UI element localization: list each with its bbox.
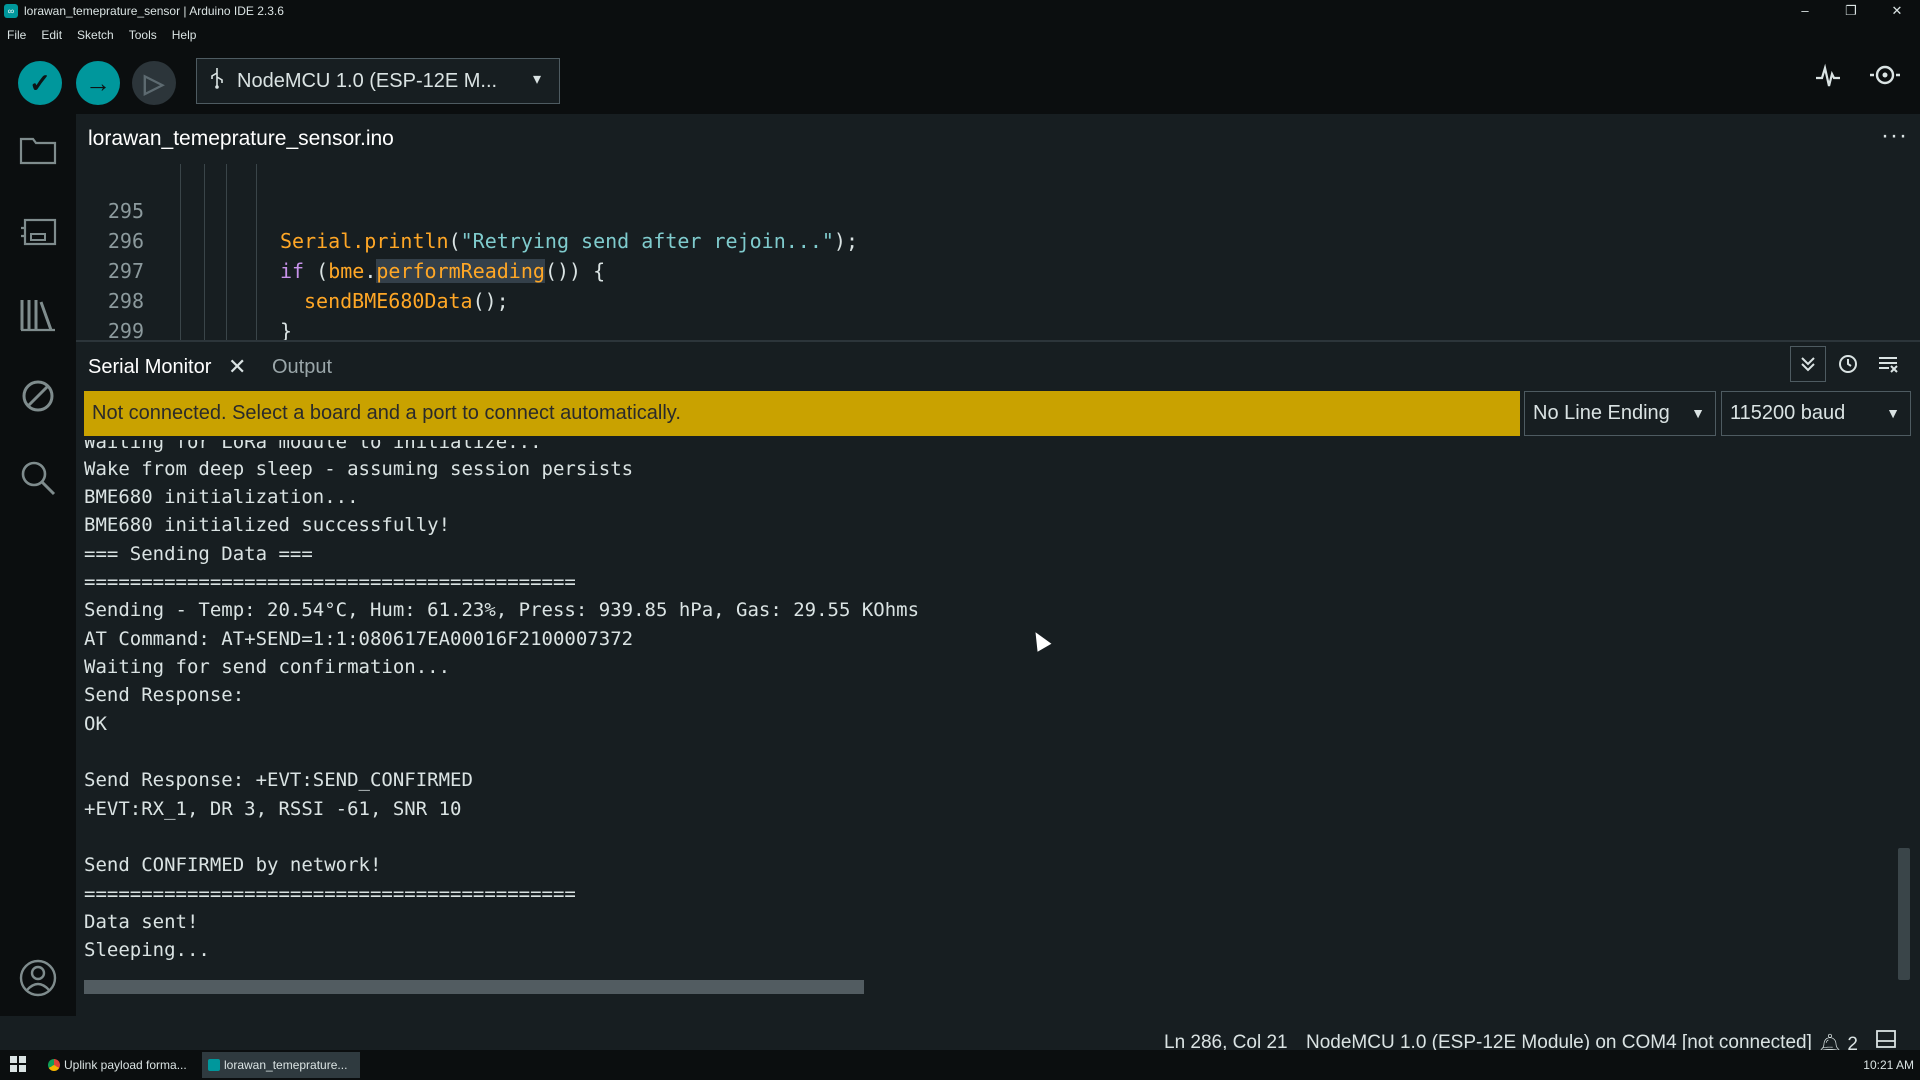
taskbar-item-arduino[interactable]: lorawan_temeprature... (202, 1052, 360, 1078)
file-tab-label: lorawan_temeprature_sensor.ino (88, 127, 394, 150)
menu-bar: File Edit Sketch Tools Help (0, 22, 1920, 48)
code-line: 295 Serial.println("Retrying send after … (76, 166, 1876, 253)
chrome-icon (48, 1059, 60, 1071)
debug-icon[interactable] (16, 374, 60, 418)
serial-line: OK (84, 713, 107, 735)
arduino-icon (208, 1059, 220, 1071)
timestamp-toggle-icon[interactable] (1830, 346, 1866, 382)
start-debugging-button[interactable]: ▷ (132, 61, 176, 105)
baud-rate-select[interactable]: 115200 baud ▼ (1721, 391, 1911, 436)
chevron-down-icon: ▼ (1886, 405, 1900, 421)
serial-line: Waiting for send confirmation... (84, 656, 451, 678)
windows-taskbar: Uplink payload forma... lorawan_temeprat… (0, 1050, 1920, 1080)
title-bar: ∞ lorawan_temeprature_sensor | Arduino I… (0, 0, 1920, 22)
serial-line: BME680 initialized successfully! (84, 514, 451, 536)
usb-icon (197, 67, 237, 95)
code-line: 300 } (76, 316, 1876, 340)
clear-output-icon[interactable] (1870, 346, 1906, 382)
serial-line: Send Response: +EVT:SEND_CONFIRMED (84, 769, 473, 791)
serial-line: === Sending Data === (84, 543, 313, 565)
maximize-button[interactable]: ❐ (1828, 0, 1874, 22)
serial-line: Data sent! (84, 911, 199, 933)
serial-monitor-icon[interactable] (1868, 60, 1902, 98)
activity-bar (0, 114, 76, 1046)
window-controls: – ❐ ✕ (1782, 0, 1920, 22)
serial-line: ========================================… (84, 883, 576, 905)
play-debug-icon: ▷ (144, 67, 164, 98)
menu-help[interactable]: Help (165, 28, 205, 42)
serial-output[interactable]: Waiting for LoRa module to initialize...… (76, 440, 1896, 1000)
taskbar-item-label: Uplink payload forma... (64, 1058, 187, 1072)
tab-sketch-file[interactable]: lorawan_temeprature_sensor.ino (76, 114, 406, 164)
serial-line-selected: Sending - Temp: 20.54°C, Hum: 61.23%, Pr… (84, 596, 980, 624)
vertical-scrollbar[interactable] (1898, 848, 1910, 980)
bottom-panel-tabs: Serial Monitor ✕ Output (76, 342, 1920, 390)
menu-tools[interactable]: Tools (122, 28, 165, 42)
window-title: lorawan_temeprature_sensor | Arduino IDE… (24, 4, 284, 18)
serial-line: Wake from deep sleep - assuming session … (84, 458, 634, 480)
search-icon[interactable] (16, 456, 60, 500)
arduino-app-icon: ∞ (4, 4, 18, 18)
more-actions-icon[interactable]: ··· (1881, 122, 1908, 150)
code-editor[interactable]: 295 Serial.println("Retrying send after … (76, 164, 1920, 340)
tab-serial-monitor[interactable]: Serial Monitor (88, 356, 211, 379)
serial-line: +EVT:RX_1, DR 3, RSSI -61, SNR 10 (84, 798, 462, 820)
board-name: NodeMCU 1.0 (ESP-12E M... (237, 69, 498, 92)
board-manager-icon[interactable] (16, 210, 60, 254)
minimize-button[interactable]: – (1782, 0, 1828, 22)
serial-line-text: Sending - Temp: 20.54°C, Hum: 61.23%, Pr… (84, 599, 920, 621)
editor-tab-bar: lorawan_temeprature_sensor.ino ··· (76, 114, 1920, 164)
board-selector[interactable]: NodeMCU 1.0 (ESP-12E M... ▾ (196, 58, 560, 104)
tab-output[interactable]: Output (272, 356, 332, 379)
menu-file[interactable]: File (0, 28, 34, 42)
serial-line: Send Response: (84, 684, 245, 706)
horizontal-scrollbar[interactable] (84, 980, 864, 994)
verify-button[interactable]: ✓ (18, 61, 62, 105)
serial-line: BME680 initialization... (84, 486, 359, 508)
code-line: 299 } (76, 286, 1876, 340)
taskbar-clock[interactable]: 10:21 AM (1863, 1058, 1914, 1072)
toolbar: ✓ → ▷ NodeMCU 1.0 (ESP-12E M... ▾ (0, 48, 1920, 114)
line-ending-select[interactable]: No Line Ending ▼ (1524, 391, 1716, 436)
account-icon[interactable] (16, 956, 60, 1000)
serial-line: AT Command: AT+SEND=1:1:080617EA00016F21… (84, 628, 634, 650)
baud-rate-value: 115200 baud (1730, 402, 1846, 424)
taskbar-item-chrome[interactable]: Uplink payload forma... (42, 1052, 200, 1078)
library-icon[interactable] (16, 292, 60, 336)
autoscroll-toggle[interactable] (1790, 346, 1826, 382)
menu-sketch[interactable]: Sketch (70, 28, 122, 42)
folder-icon[interactable] (16, 128, 60, 172)
checkmark-icon: ✓ (29, 67, 51, 98)
line-ending-value: No Line Ending (1533, 402, 1670, 424)
taskbar-item-label: lorawan_temeprature... (224, 1058, 348, 1072)
not-connected-notice: Not connected. Select a board and a port… (84, 391, 1520, 436)
code-line: 298 } (76, 256, 1876, 340)
serial-line: Send CONFIRMED by network! (84, 854, 382, 876)
menu-edit[interactable]: Edit (34, 28, 70, 42)
code-line: 297 sendBME680Data(); (76, 226, 1876, 313)
upload-button[interactable]: → (76, 61, 120, 105)
serial-line: Waiting for LoRa module to initialize... (84, 440, 542, 453)
chevron-down-icon: ▼ (1691, 405, 1705, 421)
serial-line: Sleeping... (84, 939, 210, 961)
serial-plotter-icon[interactable] (1814, 62, 1842, 97)
chevron-down-icon: ▾ (532, 71, 541, 88)
serial-line: ========================================… (84, 571, 576, 593)
code-line: 296 if (bme.performReading()) { (76, 196, 1876, 283)
windows-start-icon[interactable] (10, 1056, 26, 1077)
close-icon[interactable]: ✕ (228, 354, 246, 380)
close-window-button[interactable]: ✕ (1874, 0, 1920, 22)
arrow-right-icon: → (85, 67, 111, 98)
